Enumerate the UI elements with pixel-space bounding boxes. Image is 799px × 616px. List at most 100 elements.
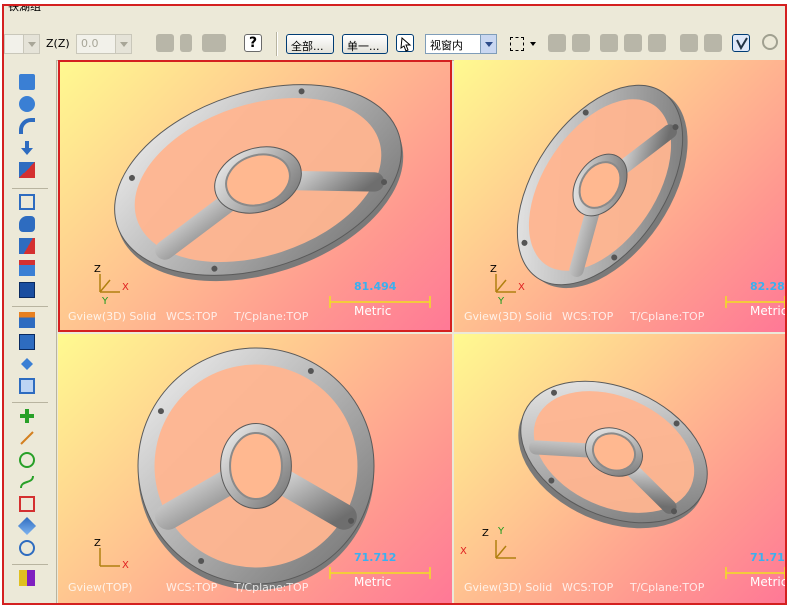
help-icon[interactable]: ?	[244, 34, 262, 52]
chamfer-icon[interactable]	[19, 238, 35, 254]
steering-wheel-part	[518, 380, 708, 529]
box-select-icon[interactable]	[510, 37, 524, 51]
viewport-status-tplane: T/Cplane:TOP	[630, 581, 705, 594]
axis-label-z: Z	[94, 538, 101, 549]
viewport-status-view: Gview(3D) Solid	[68, 310, 157, 323]
line-icon[interactable]	[19, 430, 35, 446]
viewport-status-wcs: WCS:TOP	[562, 310, 614, 323]
chevron-down-icon[interactable]	[115, 35, 131, 53]
chevron-down-icon[interactable]	[480, 35, 496, 53]
scale-unit: Metric	[354, 575, 392, 589]
steering-wheel-part	[114, 84, 404, 282]
layer-icon[interactable]	[19, 378, 35, 394]
spline-icon[interactable]	[19, 474, 35, 490]
axis-triad	[99, 274, 120, 293]
down-arrow-icon[interactable]	[19, 140, 35, 156]
pointer-icon[interactable]	[548, 34, 566, 52]
axis-label-z: Z	[482, 528, 489, 539]
viewport-status-tplane: T/Cplane:TOP	[234, 310, 309, 323]
body-icon[interactable]	[624, 34, 642, 52]
scale-value: 81.494	[354, 280, 397, 293]
viewport-status-wcs: WCS:TOP	[166, 310, 218, 323]
app-window: 铁湖组 Z(Z) 0.0 ? 全部... 单一... 视窗内 Z X Y 81.…	[2, 4, 787, 605]
lightning-icon[interactable]	[156, 34, 174, 52]
viewport-status-view: Gview(3D) Solid	[464, 581, 553, 594]
axis-label-y: Y	[498, 526, 505, 537]
axis-label-x: X	[122, 560, 129, 571]
rectangle-icon[interactable]	[19, 496, 35, 512]
sweep-icon[interactable]	[19, 118, 35, 134]
toolbar-separator	[12, 306, 48, 307]
steering-wheel-part	[516, 84, 688, 289]
wheel-model-render	[495, 380, 785, 579]
axis-label-x: X	[122, 282, 129, 293]
toolbar-separator	[12, 564, 48, 565]
z-label: Z(Z)	[46, 37, 70, 50]
no-entry-icon[interactable]	[762, 34, 778, 50]
color-icon[interactable]	[19, 570, 35, 586]
window-title: 铁湖组	[8, 4, 41, 13]
axis-label-y: Y	[102, 296, 109, 307]
z-value: 0.0	[81, 37, 99, 50]
scale-unit: Metric	[750, 304, 785, 318]
select-single-button[interactable]: 单一...	[342, 34, 388, 54]
boolean-remove-icon[interactable]	[19, 334, 35, 350]
toolbar-separator	[12, 402, 48, 403]
boolean-add-icon[interactable]	[19, 312, 35, 328]
view-mode-select[interactable]: 视窗内	[425, 34, 497, 54]
z-depth-combo[interactable]: 0.0	[76, 34, 132, 54]
face-icon[interactable]	[600, 34, 618, 52]
verify-icon[interactable]	[732, 34, 750, 52]
level-combo[interactable]	[4, 34, 40, 54]
toolbar-separator	[276, 32, 278, 56]
solid-select-icon[interactable]	[572, 34, 590, 52]
revolve-icon[interactable]	[19, 96, 35, 112]
polygon-icon[interactable]	[17, 516, 37, 536]
extrude-icon[interactable]	[19, 74, 35, 90]
chevron-down-icon[interactable]	[530, 42, 536, 46]
viewport-top-left[interactable]: Z X Y 81.494 Metric Gview(3D) Solid WCS:TOP T/C…	[58, 60, 452, 332]
viewport-status-tplane: T/Cplane:TOP	[234, 581, 309, 594]
scale-unit: Metric	[354, 304, 392, 318]
main-toolbar: Z(Z) 0.0 ? 全部... 单一... 视窗内	[4, 28, 785, 61]
chart-icon[interactable]	[202, 34, 226, 52]
chevron-down-icon[interactable]	[23, 35, 39, 53]
viewport-status-view: Gview(TOP)	[68, 581, 133, 594]
cube-icon[interactable]	[680, 34, 698, 52]
loft-icon[interactable]	[19, 162, 35, 178]
fillet-icon[interactable]	[19, 216, 35, 232]
scale-value: 71.712	[750, 551, 785, 564]
left-toolbar	[4, 60, 57, 603]
viewport-status-view: Gview(3D) Solid	[464, 310, 553, 323]
steering-wheel-part	[137, 347, 375, 590]
axis-triad	[495, 540, 516, 559]
axis-label-x: X	[518, 282, 525, 293]
globe-icon[interactable]	[19, 540, 35, 556]
trim-icon[interactable]	[19, 260, 35, 276]
scale-value: 71.712	[354, 551, 397, 564]
axis-triad	[495, 274, 516, 293]
axis-label-x: X	[460, 546, 467, 557]
wheel-model-render	[495, 84, 785, 308]
viewport-top-right[interactable]: Z X Y 82.280 Metric Gview(3D) Solid WCS:TOP T/C…	[454, 60, 785, 332]
scale-value: 82.280	[750, 280, 785, 293]
axis-label-y: Y	[498, 296, 505, 307]
axis-label-z: Z	[94, 264, 101, 275]
solid-icon[interactable]	[648, 34, 666, 52]
selection-cursor-icon[interactable]	[396, 34, 414, 52]
viewport-status-tplane: T/Cplane:TOP	[630, 310, 705, 323]
viewport-bottom-left[interactable]: Z X 71.712 Metric Gview(TOP) WCS:TOP T/Cplane:…	[58, 334, 452, 603]
exclamation-icon[interactable]	[180, 34, 192, 52]
viewport-status-wcs: WCS:TOP	[562, 581, 614, 594]
select-all-button[interactable]: 全部...	[286, 34, 334, 54]
move-icon[interactable]	[19, 356, 35, 372]
solid-box-icon[interactable]	[19, 282, 35, 298]
axis-triad	[99, 548, 120, 567]
shell-icon[interactable]	[19, 194, 35, 210]
toolbar-separator	[12, 188, 48, 189]
circle-icon[interactable]	[19, 452, 35, 468]
point-icon[interactable]	[19, 408, 35, 424]
axis-label-z: Z	[490, 264, 497, 275]
viewport-bottom-right[interactable]: X ZY 71.712 Metric Gview(3D) Solid WCS:TOP T/C…	[454, 334, 785, 603]
arc-icon[interactable]	[704, 34, 722, 52]
